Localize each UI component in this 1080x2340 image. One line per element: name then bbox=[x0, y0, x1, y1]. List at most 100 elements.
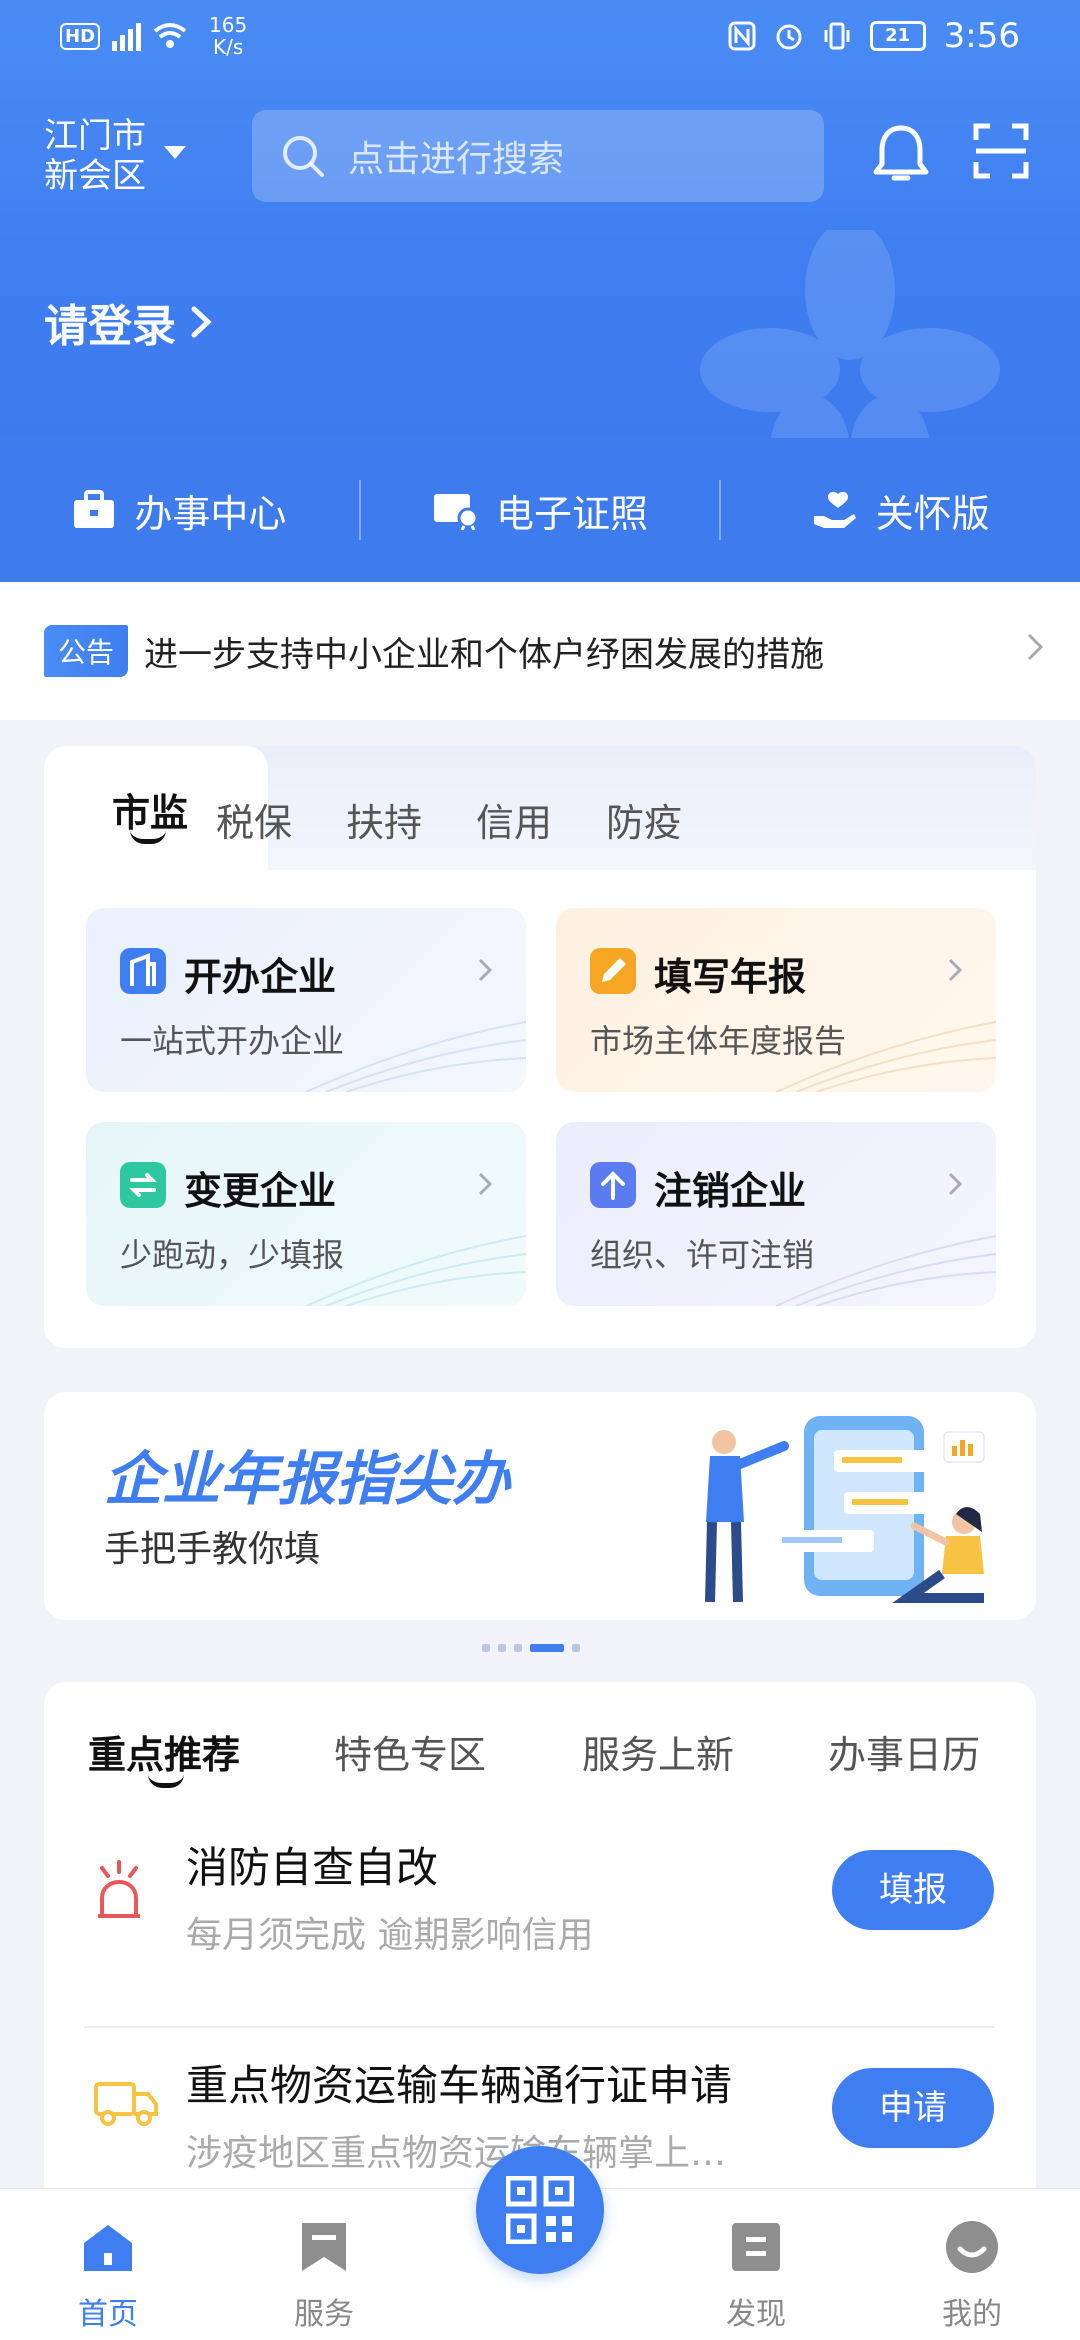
tab-featured-zone[interactable]: 特色专区 bbox=[334, 1724, 486, 1779]
category-tabs: 市监 税保 扶持 信用 防疫 bbox=[44, 746, 1036, 870]
quick-action-service-center[interactable]: 办事中心 bbox=[0, 483, 359, 538]
hd-indicator: HD bbox=[60, 22, 101, 50]
network-speed: 165 K/s bbox=[209, 13, 248, 59]
item-description: 涉疫地区重点物资运输车辆掌上… bbox=[186, 2133, 727, 2174]
wave-decoration bbox=[306, 1235, 526, 1306]
apply-button[interactable]: 申请 bbox=[832, 2068, 994, 2148]
active-indicator bbox=[130, 830, 166, 844]
tab-label: 市监 bbox=[112, 791, 189, 835]
tab-new-services[interactable]: 服务上新 bbox=[582, 1724, 734, 1779]
swap-icon bbox=[120, 1162, 166, 1208]
tab-credit[interactable]: 信用 bbox=[464, 792, 564, 847]
quick-actions-bar: 办事中心 电子证照 关怀版 bbox=[0, 438, 1080, 582]
nav-home[interactable]: 首页 bbox=[38, 2189, 178, 2340]
nav-label: 首页 bbox=[78, 2297, 138, 2332]
notice-text: 进一步支持中小企业和个体户纾困发展的措施 bbox=[144, 634, 825, 675]
nav-label: 我的 bbox=[942, 2297, 1002, 2332]
chevron-right-icon bbox=[478, 1172, 492, 1196]
carousel-indicator bbox=[482, 1644, 580, 1652]
login-link[interactable]: 请登录 bbox=[44, 290, 212, 354]
bell-icon[interactable] bbox=[870, 122, 932, 186]
chevron-right-icon bbox=[478, 958, 492, 982]
item-title: 消防自查自改 bbox=[186, 1843, 439, 1892]
people-phone-illustration bbox=[705, 1416, 985, 1603]
tab-epidemic[interactable]: 防疫 bbox=[594, 792, 694, 847]
search-placeholder: 点击进行搜索 bbox=[348, 139, 565, 180]
chevron-right-icon bbox=[191, 306, 212, 338]
item-title: 重点物资运输车辆通行证申请 bbox=[186, 2061, 733, 2110]
bookmark-icon bbox=[302, 2223, 346, 2271]
clock: 3:56 bbox=[943, 16, 1020, 56]
upload-arrow-icon bbox=[590, 1162, 636, 1208]
banner-title: 企业年报指尖办 bbox=[104, 1445, 511, 1513]
nav-label: 服务 bbox=[294, 2297, 354, 2332]
truck-icon bbox=[94, 2082, 158, 2126]
recommend-card: 重点推荐 特色专区 服务上新 办事日历 消防自查自改 每月须完成 逾期影响信用 … bbox=[44, 1682, 1036, 2202]
battery-icon: 21 bbox=[869, 21, 926, 51]
wave-decoration bbox=[776, 1235, 996, 1306]
service-cancel-business[interactable]: 注销企业 组织、许可注销 bbox=[556, 1122, 996, 1306]
building-icon bbox=[120, 948, 166, 994]
pencil-icon bbox=[590, 948, 636, 994]
tab-tax[interactable]: 税保 bbox=[204, 792, 304, 847]
carousel-dot bbox=[514, 1644, 522, 1652]
quick-action-label: 电子证照 bbox=[496, 491, 649, 536]
certificate-icon bbox=[434, 494, 478, 530]
signal-icon bbox=[112, 21, 142, 51]
carousel-dot-active bbox=[530, 1644, 564, 1652]
tab-key-recommend[interactable]: 重点推荐 bbox=[88, 1724, 241, 1788]
quick-action-care-mode[interactable]: 关怀版 bbox=[721, 483, 1080, 538]
list-item[interactable]: 消防自查自改 每月须完成 逾期影响信用 填报 bbox=[44, 1810, 1036, 2020]
home-icon bbox=[84, 2225, 132, 2271]
carousel-dot bbox=[498, 1644, 506, 1652]
quick-action-label: 办事中心 bbox=[134, 491, 287, 536]
chevron-right-icon bbox=[1027, 633, 1044, 661]
vibrate-icon bbox=[824, 22, 850, 50]
carousel-dot bbox=[572, 1644, 580, 1652]
qr-code-icon bbox=[506, 2176, 574, 2244]
alarm-icon bbox=[776, 24, 802, 50]
nav-discover[interactable]: 发现 bbox=[686, 2189, 826, 2340]
status-bar: HD 165 K/s 21 3:56 bbox=[0, 0, 1080, 76]
service-open-business[interactable]: 开办企业 一站式开办企业 bbox=[86, 908, 526, 1092]
promo-banner[interactable]: 企业年报指尖办 手把手教你填 bbox=[44, 1392, 1036, 1620]
fill-report-button[interactable]: 填报 bbox=[832, 1850, 994, 1930]
carousel-dot bbox=[482, 1644, 490, 1652]
service-change-business[interactable]: 变更企业 少跑动，少填报 bbox=[86, 1122, 526, 1306]
search-icon bbox=[283, 136, 324, 177]
wave-decoration bbox=[776, 1021, 996, 1092]
search-input[interactable]: 点击进行搜索 bbox=[252, 110, 824, 202]
location-district: 新会区 bbox=[44, 156, 146, 196]
briefcase-icon bbox=[74, 490, 115, 528]
scan-icon[interactable] bbox=[972, 122, 1030, 180]
tab-label: 重点推荐 bbox=[88, 1733, 241, 1777]
login-label: 请登录 bbox=[44, 301, 176, 352]
nfc-icon bbox=[728, 21, 756, 51]
service-annual-report[interactable]: 填写年报 市场主体年度报告 bbox=[556, 908, 996, 1092]
quick-action-label: 关怀版 bbox=[875, 491, 990, 536]
quick-action-e-license[interactable]: 电子证照 bbox=[361, 483, 720, 538]
location-selector[interactable]: 江门市 新会区 bbox=[44, 116, 146, 196]
wifi-icon bbox=[153, 23, 187, 48]
chevron-right-icon bbox=[948, 1172, 962, 1196]
nav-label: 发现 bbox=[726, 2297, 786, 2332]
notice-bar[interactable]: 公告 进一步支持中小企业和个体户纾困发展的措施 bbox=[0, 582, 1080, 720]
nav-profile[interactable]: 我的 bbox=[902, 2189, 1042, 2340]
item-description: 每月须完成 逾期影响信用 bbox=[186, 1915, 594, 1956]
tab-support[interactable]: 扶持 bbox=[334, 792, 434, 847]
location-city: 江门市 bbox=[44, 116, 146, 156]
wave-decoration bbox=[306, 1021, 526, 1092]
notice-tag: 公告 bbox=[44, 625, 129, 677]
nav-services[interactable]: 服务 bbox=[254, 2189, 394, 2340]
care-hand-icon bbox=[813, 491, 856, 528]
header: HD 165 K/s 21 3:56 江门市 新会区 点击进行搜索 请登录 办事中… bbox=[0, 0, 1080, 582]
category-card: 市监 税保 扶持 信用 防疫 开办企业 一站式开办企业 填写年报 市场主体年度报… bbox=[44, 746, 1036, 1348]
tab-service-calendar[interactable]: 办事日历 bbox=[828, 1724, 980, 1779]
caret-down-icon[interactable] bbox=[164, 146, 186, 159]
chevron-right-icon bbox=[948, 958, 962, 982]
discover-icon bbox=[732, 2223, 780, 2271]
alarm-light-icon bbox=[98, 1860, 140, 1918]
active-indicator bbox=[148, 1774, 184, 1788]
qr-code-button[interactable] bbox=[476, 2146, 604, 2274]
banner-subtitle: 手把手教你填 bbox=[104, 1529, 321, 1570]
